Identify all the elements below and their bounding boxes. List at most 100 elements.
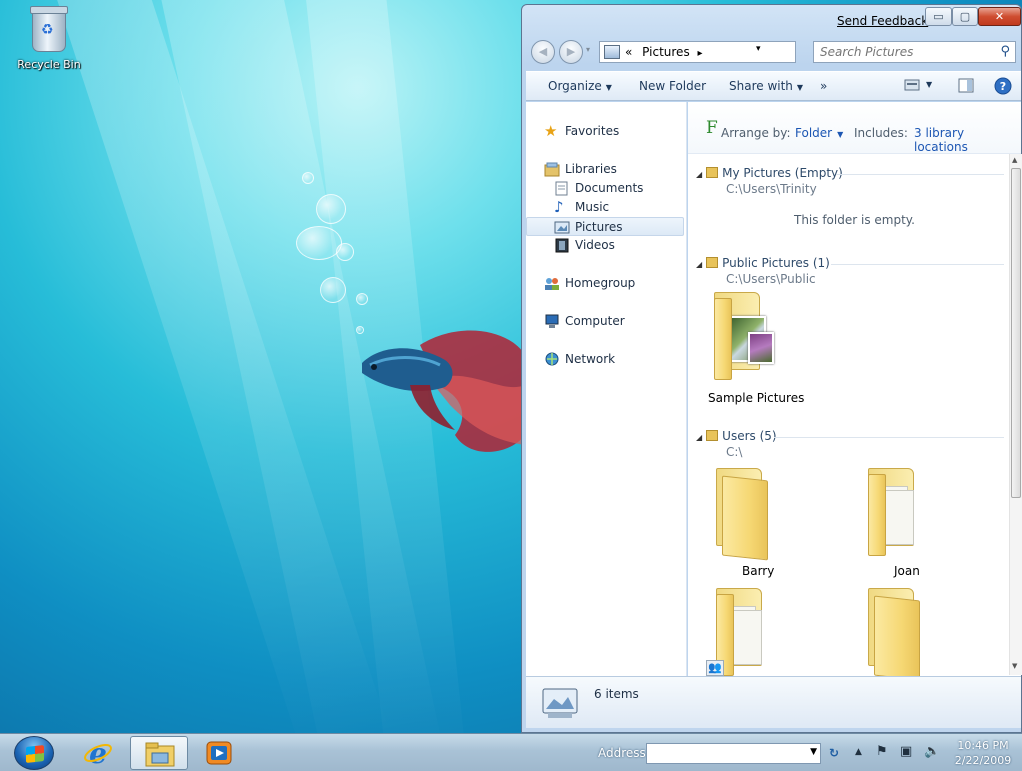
forward-button[interactable]: ▶ xyxy=(559,40,583,64)
pictures-library-icon xyxy=(604,45,620,59)
clock-date: 2/22/2009 xyxy=(954,754,1012,767)
maximize-button[interactable]: ▢ xyxy=(952,7,978,26)
folder-small-icon xyxy=(706,167,719,178)
new-folder-button[interactable]: New Folder xyxy=(639,79,706,93)
group-title: Public Pictures (1) xyxy=(722,256,830,270)
breadcrumb-overflow[interactable]: « xyxy=(625,45,632,59)
breadcrumb-separator-icon[interactable]: ▸ xyxy=(698,48,703,59)
svg-text:e: e xyxy=(89,739,107,767)
scroll-up-icon[interactable]: ▲ xyxy=(1012,156,1017,164)
nav-videos[interactable]: Videos xyxy=(526,236,684,255)
nav-videos-label: Videos xyxy=(575,238,615,252)
share-with-label: Share with xyxy=(729,79,793,93)
bubble xyxy=(336,243,354,261)
nav-network[interactable]: Network xyxy=(526,350,684,369)
clock-time: 10:46 PM xyxy=(957,739,1009,752)
nav-favorites[interactable]: ★ Favorites xyxy=(526,122,684,141)
library-header: F Arrange by: Folder ▼ Includes: 3 librar… xyxy=(688,102,1021,154)
network-icon xyxy=(544,352,560,367)
taskbar-windows-explorer[interactable] xyxy=(130,736,188,770)
show-hidden-icons-chevron-icon[interactable]: ▲ xyxy=(855,747,862,757)
breadcrumb-pictures[interactable]: Pictures xyxy=(642,45,690,59)
homegroup-icon xyxy=(544,276,560,291)
nav-music[interactable]: ♪ Music xyxy=(526,198,684,217)
group-path: C:\Users\Trinity xyxy=(726,182,817,196)
folder-label: Barry xyxy=(742,564,775,578)
navigation-pane: ★ Favorites Libraries Documents ♪ Music … xyxy=(526,102,687,676)
nav-pictures[interactable]: Pictures xyxy=(526,217,684,236)
barry-folder-icon xyxy=(712,468,772,561)
explorer-window: Send Feedback ▭ ▢ ✕ ◀ ▶ ▾ « Pictures ▸ ▾… xyxy=(521,4,1022,733)
search-input[interactable] xyxy=(814,42,984,62)
nav-documents[interactable]: Documents xyxy=(526,179,684,198)
scrollbar-thumb[interactable] xyxy=(1011,168,1021,498)
network-tray-icon[interactable]: ▣ xyxy=(900,744,912,759)
bubble xyxy=(316,194,346,224)
group-header-public-pictures[interactable]: ◢ Public Pictures (1) xyxy=(696,256,830,270)
change-view-icon[interactable] xyxy=(904,78,920,95)
documents-icon xyxy=(554,181,570,196)
nav-libraries-label: Libraries xyxy=(565,162,617,176)
folder-label: Sample Pictures xyxy=(708,391,805,405)
group-title: My Pictures (Empty) xyxy=(722,166,843,180)
nav-homegroup-label: Homegroup xyxy=(565,276,636,290)
svg-text:?: ? xyxy=(1000,80,1006,93)
recent-pages-chevron-icon[interactable]: ▾ xyxy=(586,45,590,54)
libraries-icon xyxy=(544,162,560,177)
back-button[interactable]: ◀ xyxy=(531,40,555,64)
arrange-by-value: Folder xyxy=(795,126,833,140)
recycle-bin-shortcut[interactable]: ♻ Recycle Bin xyxy=(14,6,84,71)
more-commands-button[interactable]: » xyxy=(820,79,827,93)
minimize-button[interactable]: ▭ xyxy=(925,7,952,26)
address-dropdown-icon[interactable]: ▾ xyxy=(756,44,761,54)
taskbar-address-dropdown-icon[interactable]: ▼ xyxy=(810,747,817,757)
recycle-bin-label: Recycle Bin xyxy=(17,58,81,71)
star-icon: ★ xyxy=(544,122,558,140)
nav-network-label: Network xyxy=(565,352,616,366)
organize-dropdown-icon: ▼ xyxy=(605,83,612,92)
group-header-users[interactable]: ◢ Users (5) xyxy=(696,429,777,443)
collapse-triangle-icon: ◢ xyxy=(696,170,703,179)
close-button[interactable]: ✕ xyxy=(978,7,1021,26)
file-list-pane: F Arrange by: Folder ▼ Includes: 3 librar… xyxy=(688,102,1021,676)
media-player-icon xyxy=(206,741,232,765)
group-header-my-pictures[interactable]: ◢ My Pictures (Empty) xyxy=(696,166,843,180)
preview-pane-icon[interactable] xyxy=(958,78,974,96)
scroll-down-icon[interactable]: ▼ xyxy=(1012,662,1017,670)
system-clock[interactable]: 10:46 PM 2/22/2009 xyxy=(944,738,1022,768)
help-icon[interactable]: ? xyxy=(994,77,1012,98)
nav-homegroup[interactable]: Homegroup xyxy=(526,274,684,293)
pictures-icon xyxy=(554,220,570,235)
arrange-by-label: Arrange by: xyxy=(721,126,791,140)
taskbar-address-input[interactable] xyxy=(647,744,802,763)
videos-icon xyxy=(554,238,570,253)
nav-computer-label: Computer xyxy=(565,314,625,328)
send-feedback-link[interactable]: Send Feedback xyxy=(837,14,928,28)
taskbar-internet-explorer[interactable]: e xyxy=(70,736,128,770)
nav-documents-label: Documents xyxy=(575,181,644,195)
view-dropdown-icon[interactable]: ▼ xyxy=(926,80,932,89)
action-center-flag-icon[interactable]: ⚑ xyxy=(876,744,888,759)
volume-icon[interactable]: 🔈 xyxy=(924,744,940,759)
search-icon[interactable]: ⚲ xyxy=(1000,44,1010,59)
start-button[interactable] xyxy=(14,736,54,770)
taskbar-address-go-button[interactable]: ↻ xyxy=(822,743,846,764)
includes-label: Includes: xyxy=(854,126,908,140)
group-divider xyxy=(831,264,1004,265)
content-scrollbar[interactable]: ▲ ▼ xyxy=(1009,154,1022,675)
joan-folder-icon xyxy=(864,468,924,558)
group-divider xyxy=(836,174,1004,175)
nav-computer[interactable]: Computer xyxy=(526,312,684,331)
folder-small-icon xyxy=(706,430,719,441)
share-with-button[interactable]: Share with ▼ xyxy=(729,79,803,93)
organize-button[interactable]: Organize ▼ xyxy=(548,79,612,93)
nav-libraries[interactable]: Libraries xyxy=(526,160,684,179)
taskbar-media-player[interactable] xyxy=(190,736,248,770)
group-divider xyxy=(774,437,1004,438)
library-locations-link[interactable]: 3 library locations xyxy=(914,126,1021,154)
taskbar: e Address ▼ ↻ ▲ ⚑ ▣ 🔈 10:46 PM 2/22/2009 xyxy=(0,733,1022,771)
address-bar[interactable]: « Pictures ▸ ▾ ↻ xyxy=(599,41,868,63)
sample-pictures-folder-icon xyxy=(710,292,774,382)
bubble xyxy=(296,226,342,260)
arrange-by-dropdown[interactable]: Folder ▼ xyxy=(795,126,843,140)
